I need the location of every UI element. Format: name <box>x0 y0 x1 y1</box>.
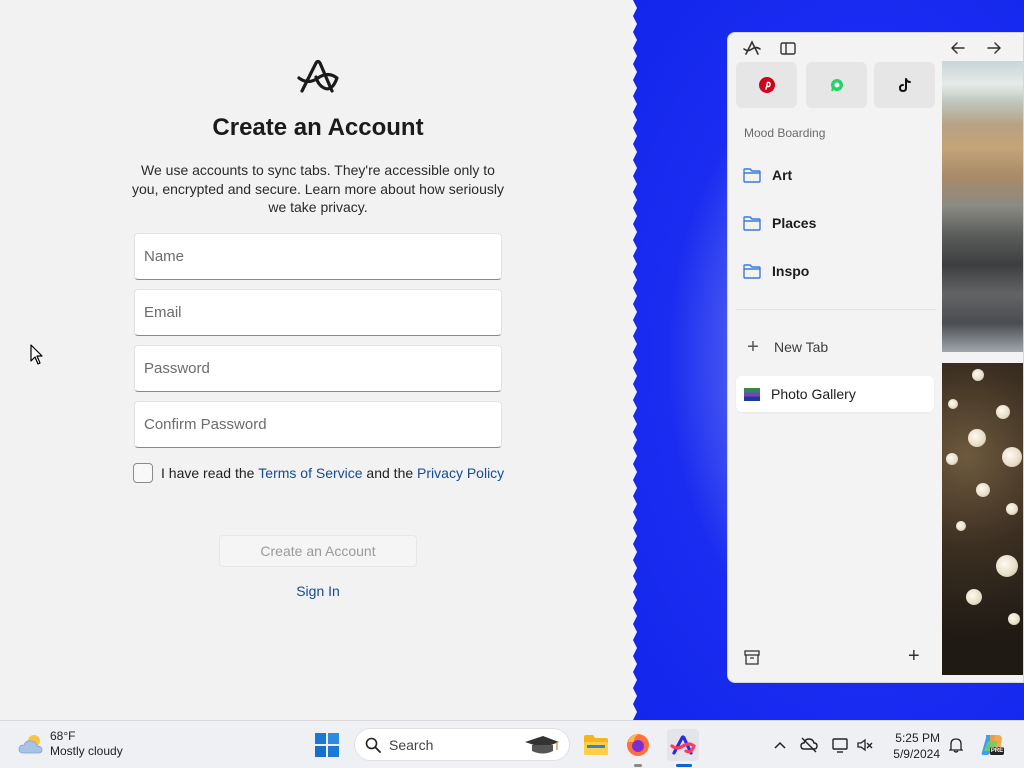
email-input[interactable] <box>135 290 501 335</box>
password-input[interactable] <box>135 346 501 391</box>
arc-browser-window: Mood Boarding Art Places Inspo + New Tab… <box>727 32 1024 683</box>
chevron-up-icon[interactable] <box>774 741 786 749</box>
torn-edge <box>628 0 637 720</box>
email-field[interactable] <box>134 289 502 336</box>
network-icon[interactable] <box>832 737 850 753</box>
signup-panel: Create an Account We use accounts to syn… <box>0 0 640 720</box>
weather-temp: 68°F <box>50 729 76 743</box>
photo-gallery-content <box>942 61 1023 682</box>
archive-icon[interactable] <box>744 650 760 665</box>
active-indicator <box>676 764 692 767</box>
folder-icon <box>743 167 761 183</box>
firefox-icon <box>627 734 649 756</box>
name-input[interactable] <box>135 234 501 279</box>
terms-of-service-link[interactable]: Terms of Service <box>258 465 362 481</box>
system-tray <box>770 721 874 768</box>
tab-label: Photo Gallery <box>771 386 856 402</box>
folder-app-icon <box>584 735 608 755</box>
create-account-button[interactable]: Create an Account <box>219 535 417 567</box>
windows-start-icon[interactable] <box>315 733 339 757</box>
new-tab-button[interactable]: + New Tab <box>736 329 936 365</box>
running-indicator <box>634 764 642 767</box>
clock-time: 5:25 PM <box>895 731 940 745</box>
arc-sidebar: Mood Boarding Art Places Inspo + New Tab… <box>728 33 1001 682</box>
arc-logo-icon <box>297 59 339 93</box>
folder-icon <box>743 263 761 279</box>
favorite-tiktok[interactable] <box>874 62 935 108</box>
confirm-password-input[interactable] <box>135 402 501 447</box>
pinterest-icon <box>758 77 775 93</box>
folder-icon <box>743 215 761 231</box>
back-arrow-icon[interactable] <box>948 39 968 57</box>
clock[interactable]: 5:25 PM 5/9/2024 <box>890 730 940 762</box>
name-field[interactable] <box>134 233 502 280</box>
taskbar-search[interactable]: Search <box>354 728 570 761</box>
password-field[interactable] <box>134 345 502 392</box>
confirm-password-field[interactable] <box>134 401 502 448</box>
add-space-icon[interactable]: + <box>908 645 920 668</box>
plus-icon: + <box>747 335 759 358</box>
folder-label: Art <box>772 167 793 183</box>
description-text: We use accounts to sync tabs. They're ac… <box>132 162 504 215</box>
sidebar-toggle-icon[interactable] <box>778 39 798 57</box>
favorite-whatsapp[interactable] <box>806 62 867 108</box>
forward-arrow-icon[interactable] <box>984 39 1004 57</box>
folder-art[interactable]: Art <box>736 155 936 195</box>
aerial-beach-photo[interactable] <box>942 61 1023 352</box>
folder-inspo[interactable]: Inspo <box>736 251 936 291</box>
sidebar-divider <box>736 309 936 310</box>
folder-places[interactable]: Places <box>736 203 936 243</box>
favorite-pinterest[interactable] <box>736 62 797 108</box>
weather-widget[interactable]: 68°F Mostly cloudy <box>18 729 123 759</box>
volume-muted-icon[interactable] <box>856 737 874 753</box>
mouse-cursor-icon <box>30 344 43 365</box>
search-icon <box>365 737 381 753</box>
whatsapp-icon <box>830 79 843 92</box>
firefox-app[interactable] <box>622 729 654 761</box>
terms-checkbox[interactable] <box>133 463 153 483</box>
terms-row: I have read the Terms of Service and the… <box>133 462 504 484</box>
arc-app-icon <box>670 735 696 755</box>
terms-prefix: I have read the <box>161 465 259 481</box>
cloudy-weather-icon <box>18 735 43 754</box>
terms-middle: and the <box>362 465 418 481</box>
arc-menu-icon[interactable] <box>742 39 762 57</box>
privacy-policy-link[interactable]: Privacy Policy <box>417 465 504 481</box>
clock-date: 5/9/2024 <box>893 747 940 761</box>
favicon-icon <box>744 387 760 401</box>
tiktok-icon <box>898 77 911 92</box>
sign-in-link[interactable]: Sign In <box>0 583 636 599</box>
file-explorer-app[interactable] <box>580 729 612 761</box>
folder-label: Inspo <box>772 263 810 279</box>
weather-desc: Mostly cloudy <box>50 744 123 758</box>
string-lights-photo[interactable] <box>942 363 1023 675</box>
folder-label: Places <box>772 215 817 231</box>
new-tab-label: New Tab <box>774 339 829 355</box>
graduation-cap-icon <box>525 735 559 753</box>
page-title: Create an Account <box>212 114 424 141</box>
pre-badge: PRE <box>990 748 1004 754</box>
notification-bell-icon[interactable] <box>949 737 963 753</box>
arc-app[interactable] <box>667 729 699 761</box>
onedrive-offline-icon[interactable] <box>800 737 818 753</box>
space-label: Mood Boarding <box>744 126 826 140</box>
search-label: Search <box>389 736 434 753</box>
tab-photo-gallery[interactable]: Photo Gallery <box>736 376 934 412</box>
taskbar: 68°F Mostly cloudy Search 5:25 PM 5/9/20… <box>0 720 1024 768</box>
